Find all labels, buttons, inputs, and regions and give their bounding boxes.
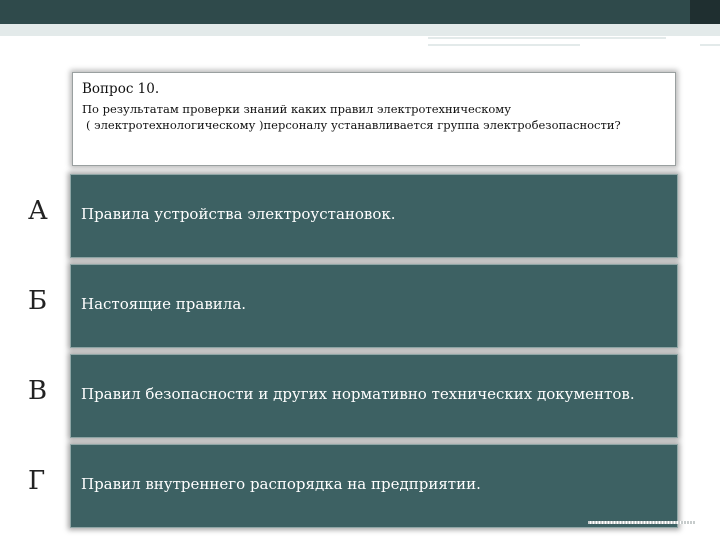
answer-button-g[interactable]: Правил внутреннего распорядка на предпри… [70, 444, 678, 528]
answer-option-b: Б Настоящие правила. [0, 264, 720, 348]
answer-letter: Г [28, 466, 46, 496]
accent-line [428, 44, 580, 46]
answer-letter: Б [28, 286, 48, 316]
answer-option-g: Г Правил внутреннего распорядка на предп… [0, 444, 720, 528]
accent-line [700, 44, 720, 46]
answer-letter: А [28, 196, 48, 226]
question-text: По результатам проверки знаний каких пра… [82, 101, 667, 133]
answer-option-a: А Правила устройства электроустановок. [0, 174, 720, 258]
answer-letter: В [28, 376, 48, 406]
answer-label: Настоящие правила. [81, 295, 247, 313]
answer-button-b[interactable]: Настоящие правила. [70, 264, 678, 348]
answer-button-v[interactable]: Правил безопасности и других нормативно … [70, 354, 678, 438]
answer-label: Правил безопасности и других нормативно … [81, 385, 635, 403]
answer-button-a[interactable]: Правила устройства электроустановок. [70, 174, 678, 258]
top-banner-corner [690, 0, 720, 24]
answer-option-v: В Правил безопасности и других нормативн… [0, 354, 720, 438]
top-divider-strip [0, 24, 720, 36]
question-title: Вопрос 10. [82, 81, 160, 97]
question-line: ( электротехнологическому )персоналу уст… [86, 118, 621, 132]
accent-line [428, 37, 666, 39]
footer-watermark [588, 521, 696, 524]
question-line: По результатам проверки знаний каких пра… [82, 102, 512, 116]
question-box: Вопрос 10. По результатам проверки знани… [72, 72, 676, 166]
answer-label: Правил внутреннего распорядка на предпри… [81, 475, 481, 493]
top-banner [0, 0, 720, 24]
answer-label: Правила устройства электроустановок. [81, 205, 396, 223]
